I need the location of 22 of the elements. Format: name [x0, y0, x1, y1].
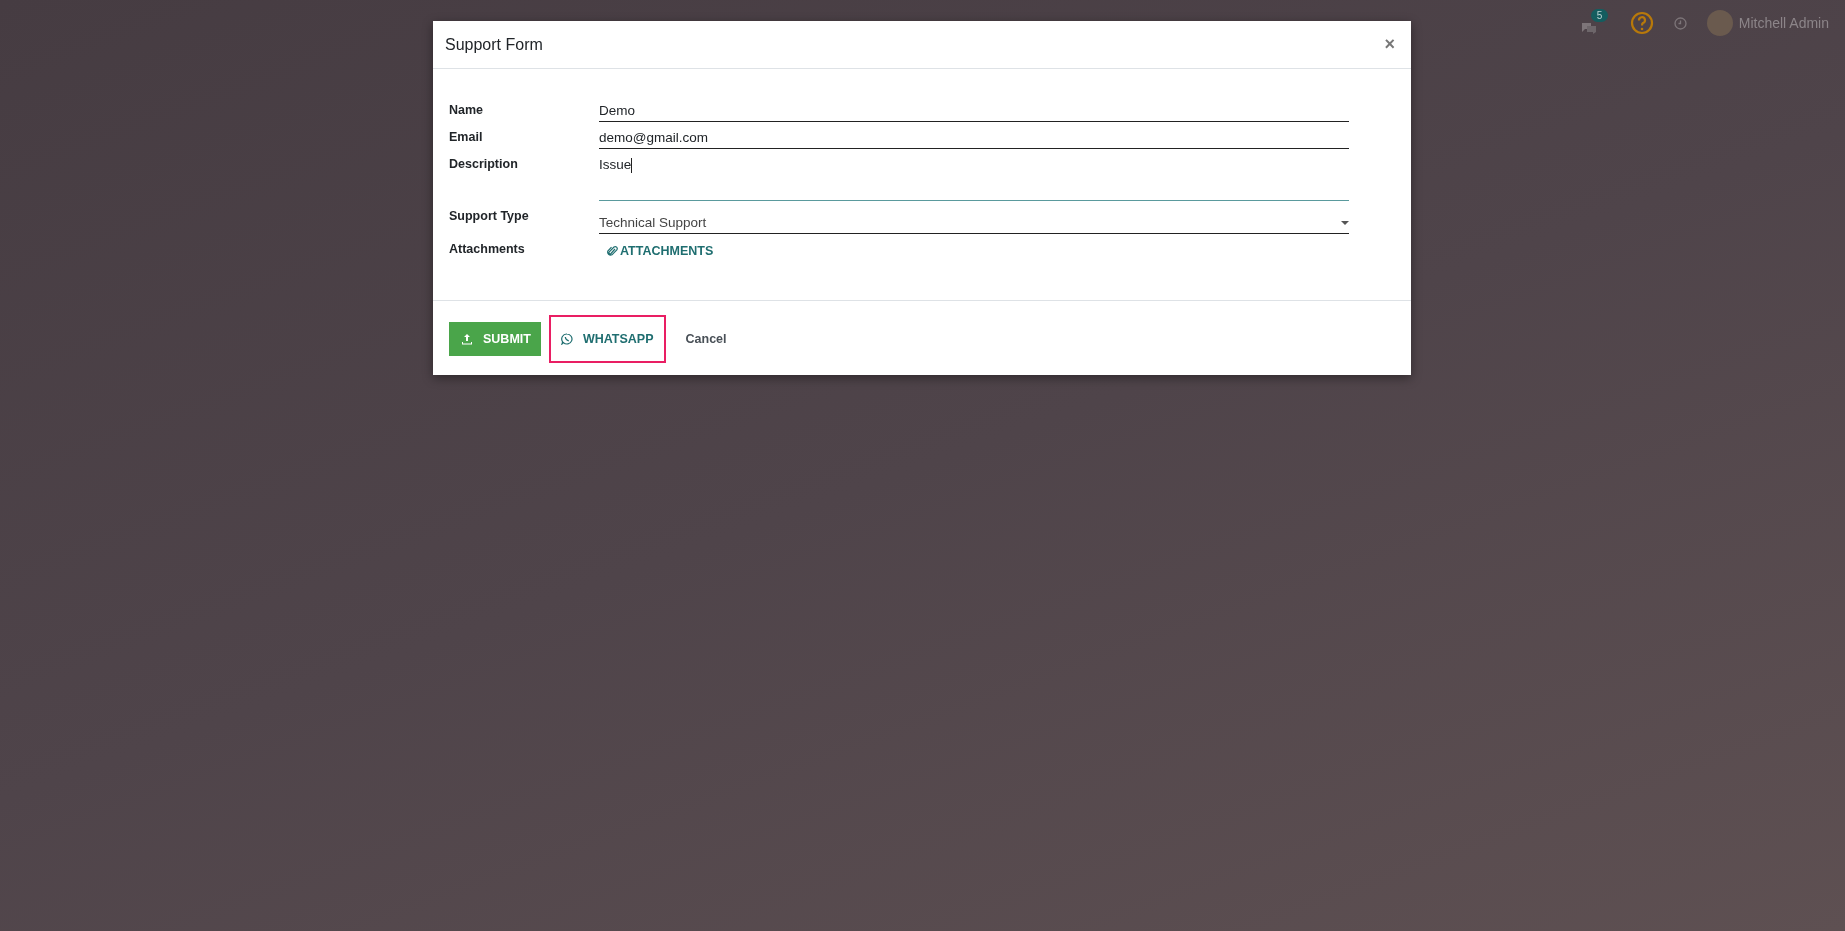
- field-label: Name: [449, 102, 485, 119]
- text-area[interactable]: Issue: [599, 155, 1349, 201]
- message-count-badge: 5: [1590, 9, 1609, 22]
- attachments-button[interactable]: ATTACHMENTS: [599, 240, 722, 262]
- field-label: Support Type: [449, 208, 530, 225]
- close-button[interactable]: ×: [1384, 34, 1395, 55]
- dialog-title: Support Form: [445, 35, 543, 54]
- paperclip-icon: [607, 245, 618, 257]
- select-field[interactable]: Technical Support: [599, 213, 1349, 234]
- field-label: Email: [449, 129, 484, 146]
- whatsapp-button[interactable]: WHATSAPP: [548, 315, 666, 363]
- chat-icon[interactable]: [1579, 21, 1598, 35]
- help-icon[interactable]: [1629, 11, 1654, 35]
- caret-icon: [1341, 220, 1349, 225]
- avatar[interactable]: [1706, 10, 1733, 36]
- text-field[interactable]: demo@gmail.com: [599, 128, 1349, 149]
- clock-icon[interactable]: [1673, 16, 1687, 30]
- whatsapp-icon: [560, 333, 573, 345]
- field-label: Attachments: [449, 241, 526, 258]
- upload-icon: [461, 333, 473, 345]
- text-field[interactable]: Demo: [599, 101, 1349, 122]
- field-label: Description: [449, 156, 519, 173]
